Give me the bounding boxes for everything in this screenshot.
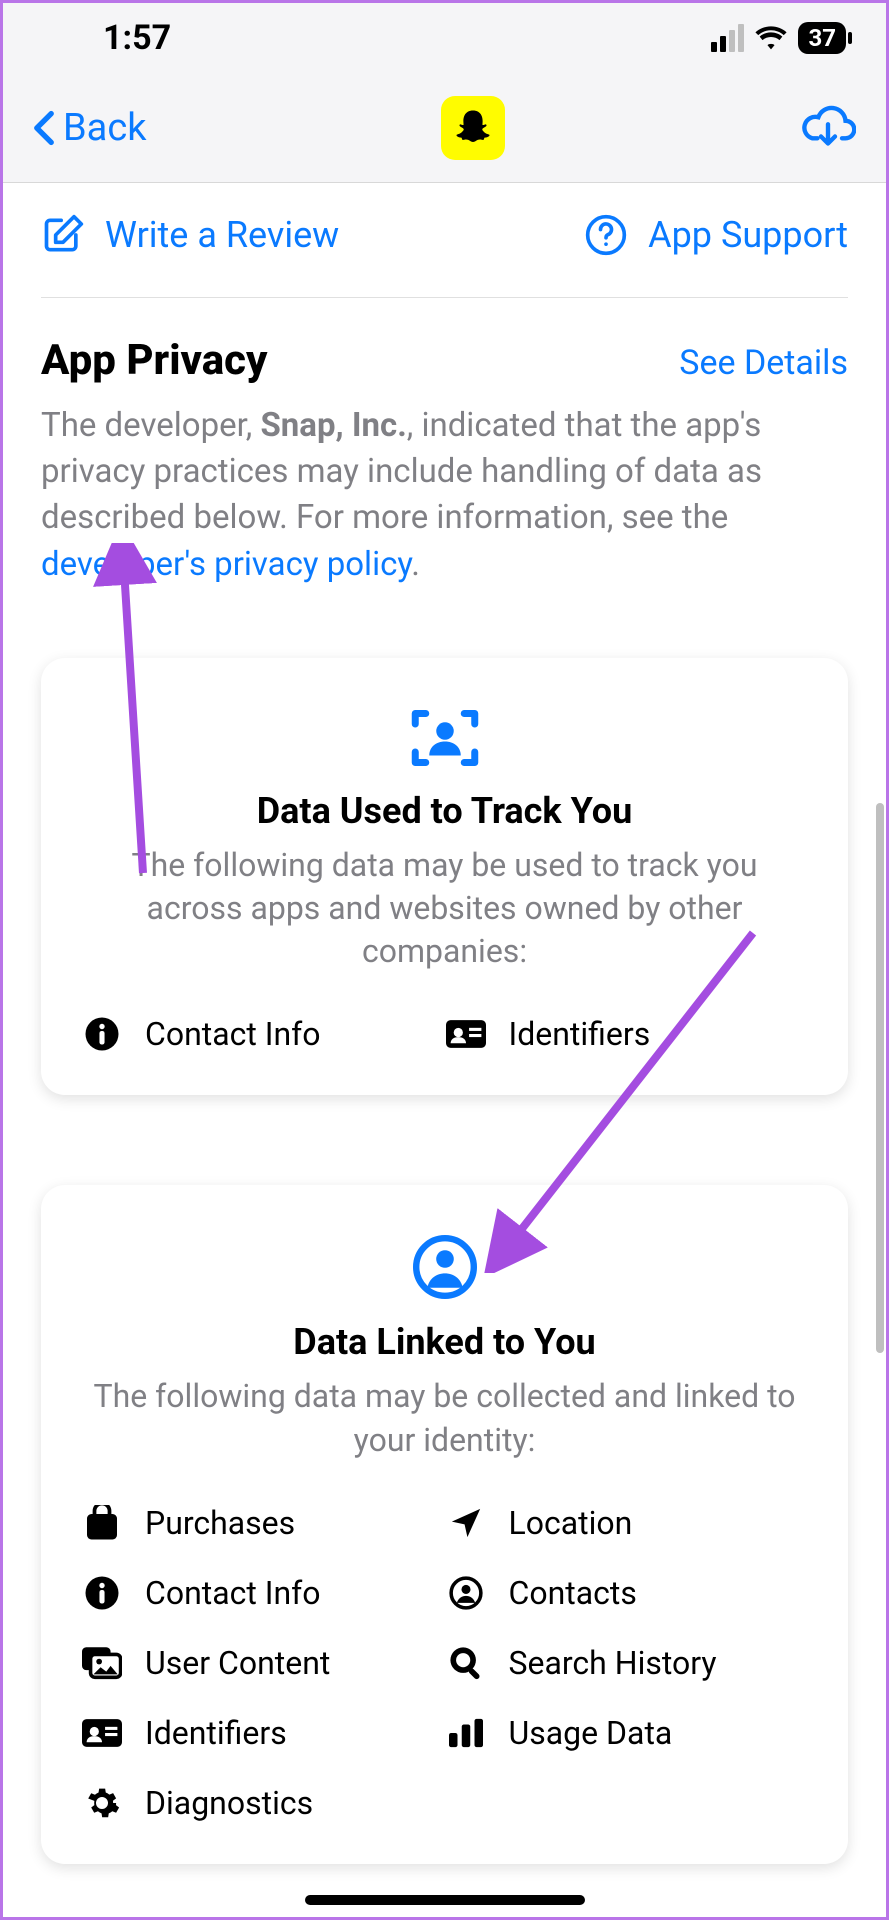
track-icon [81,708,808,768]
data-item-identifiers-2: Identifiers [81,1712,445,1754]
action-row: Write a Review App Support [41,213,848,298]
scrollbar[interactable] [876,803,884,1353]
ghost-icon [452,107,494,149]
id-card-icon [81,1712,123,1754]
card-track-title: Data Used to Track You [81,790,808,832]
card-linked-desc: The following data may be collected and … [81,1375,808,1461]
data-item-contact-info-2: Contact Info [81,1572,445,1614]
info-circle-icon [81,1013,123,1055]
content-area: Write a Review App Support App Privacy S… [3,183,886,1917]
card-track-desc: The following data may be used to track … [81,844,808,974]
see-details-link[interactable]: See Details [679,343,848,383]
data-item-search-history: Search History [445,1642,809,1684]
navigation-bar: Back [3,73,886,183]
cloud-download-icon [800,104,856,148]
data-item-usage-data: Usage Data [445,1712,809,1754]
id-card-icon [445,1013,487,1055]
location-arrow-icon [445,1502,487,1544]
back-label: Back [63,106,147,150]
status-indicators: 37 [711,22,846,54]
status-time: 1:57 [103,18,171,58]
write-review-button[interactable]: Write a Review [41,213,339,257]
wifi-icon [754,25,788,51]
back-button[interactable]: Back [33,106,147,150]
compose-icon [41,213,85,257]
bag-icon [81,1502,123,1544]
data-item-user-content: User Content [81,1642,445,1684]
chevron-left-icon [33,110,55,146]
question-circle-icon [584,213,628,257]
status-bar: 1:57 37 [3,3,886,73]
home-indicator[interactable] [305,1895,585,1905]
write-review-label: Write a Review [105,214,339,256]
app-icon-snapchat[interactable] [441,96,505,160]
data-item-location: Location [445,1502,809,1544]
battery-indicator: 37 [798,22,846,54]
privacy-description: The developer, Snap, Inc., indicated tha… [41,403,848,588]
person-outline-icon [445,1572,487,1614]
data-item-identifiers: Identifiers [445,1013,809,1055]
search-icon [445,1642,487,1684]
photos-icon [81,1642,123,1684]
developer-name: Snap, Inc. [260,406,406,445]
app-privacy-heading: App Privacy [41,336,267,385]
app-support-button[interactable]: App Support [584,213,848,257]
cellular-signal-icon [711,24,744,52]
data-item-contact-info: Contact Info [81,1013,445,1055]
cloud-download-button[interactable] [800,104,856,152]
privacy-policy-link[interactable]: developer's privacy policy [41,545,411,584]
card-track-you: Data Used to Track You The following dat… [41,658,848,1096]
data-item-contacts: Contacts [445,1572,809,1614]
data-item-purchases: Purchases [81,1502,445,1544]
card-linked-to-you: Data Linked to You The following data ma… [41,1185,848,1863]
app-support-label: App Support [648,214,848,256]
info-circle-icon [81,1572,123,1614]
data-item-diagnostics: Diagnostics [81,1782,445,1824]
chart-bars-icon [445,1712,487,1754]
gear-icon [81,1782,123,1824]
person-circle-icon [81,1235,808,1299]
card-linked-title: Data Linked to You [81,1321,808,1363]
